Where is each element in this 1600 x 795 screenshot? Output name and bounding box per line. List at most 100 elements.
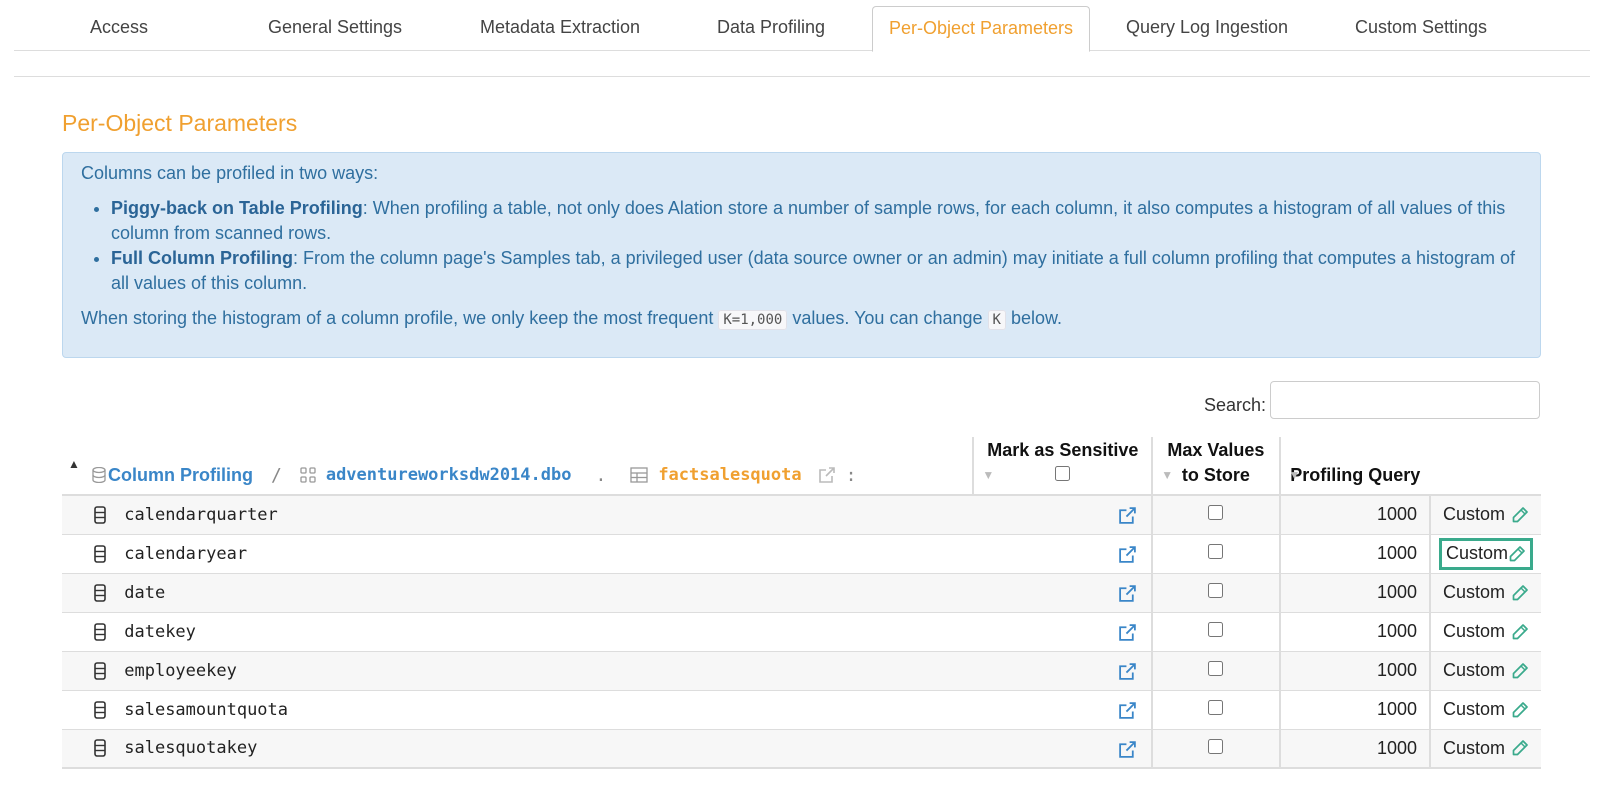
max-values-cell[interactable]: 1000 xyxy=(1278,690,1430,729)
profiling-query-value: Custom xyxy=(1442,582,1505,602)
info-item-full-column: Full Column Profiling: From the column p… xyxy=(111,246,1522,296)
external-link-icon[interactable] xyxy=(1118,584,1137,603)
pencil-icon[interactable] xyxy=(1511,506,1529,524)
max-values-cell[interactable]: 1000 xyxy=(1278,534,1430,573)
profiling-query-cell[interactable]: Custom xyxy=(1439,732,1533,764)
mark-sensitive-checkbox[interactable] xyxy=(1208,622,1224,637)
table-row: calendarquarter 1000 Custom xyxy=(62,495,1541,534)
mark-sensitive-checkbox[interactable] xyxy=(1208,505,1224,521)
column-icon xyxy=(94,505,106,524)
sort-asc-icon[interactable]: ▲ xyxy=(68,457,80,471)
column-profiling-header[interactable]: ▲ Column Profiling / adventureworksdw201… xyxy=(62,437,973,495)
max-values-cell[interactable]: 1000 xyxy=(1278,495,1430,534)
select-all-sensitive-checkbox[interactable] xyxy=(1055,466,1071,481)
tab-general-settings[interactable]: General Settings xyxy=(250,6,420,51)
database-icon xyxy=(92,467,106,483)
column-icon xyxy=(94,739,106,758)
column-icon xyxy=(94,622,106,641)
table-icon xyxy=(630,467,648,483)
header-profiling-query[interactable]: ▼ Profiling Query xyxy=(1278,437,1430,495)
profiling-query-cell[interactable]: Custom xyxy=(1439,577,1533,609)
pencil-icon[interactable] xyxy=(1511,584,1529,602)
external-link-icon[interactable] xyxy=(1118,506,1137,525)
profiling-query-cell[interactable]: Custom xyxy=(1439,655,1533,687)
column-name[interactable]: calendarquarter xyxy=(124,505,278,525)
max-values-cell[interactable]: 1000 xyxy=(1278,729,1430,768)
pencil-icon[interactable] xyxy=(1511,623,1529,641)
info-item-piggyback: Piggy-back on Table Profiling: When prof… xyxy=(111,196,1522,246)
profiling-query-cell[interactable]: Custom xyxy=(1439,694,1533,726)
tab-access[interactable]: Access xyxy=(54,6,184,51)
table-row: date 1000 Custom xyxy=(62,573,1541,612)
max-values-cell[interactable]: 1000 xyxy=(1278,573,1430,612)
tab-custom-settings[interactable]: Custom Settings xyxy=(1336,6,1506,51)
profiling-query-value: Custom xyxy=(1442,737,1505,758)
info-box: Columns can be profiled in two ways: Pig… xyxy=(62,152,1541,358)
search-input[interactable] xyxy=(1270,381,1540,419)
pencil-icon[interactable] xyxy=(1511,701,1529,719)
sort-icon[interactable]: ▼ xyxy=(982,463,994,488)
header-max-values[interactable]: ▼ Max Values to Store xyxy=(1151,437,1280,495)
column-name[interactable]: salesquotakey xyxy=(124,738,257,758)
table-row: salesquotakey 1000 Custom xyxy=(62,729,1541,768)
profiling-query-cell[interactable]: Custom xyxy=(1439,616,1533,648)
breadcrumb: Column Profiling / adventureworksdw2014.… xyxy=(92,465,856,486)
settings-tabs: Access General Settings Metadata Extract… xyxy=(14,6,1590,52)
external-link-icon[interactable] xyxy=(1118,740,1137,759)
table-row: employeekey 1000 Custom xyxy=(62,651,1541,690)
column-icon xyxy=(94,583,106,602)
info-intro: Columns can be profiled in two ways: xyxy=(81,163,379,183)
column-icon xyxy=(94,544,106,563)
tab-data-profiling[interactable]: Data Profiling xyxy=(696,6,846,51)
breadcrumb-root[interactable]: Column Profiling xyxy=(108,465,253,486)
max-values-cell[interactable]: 1000 xyxy=(1278,612,1430,651)
profiling-query-value: Custom xyxy=(1442,504,1505,525)
table-row: calendaryear 1000 Custom xyxy=(62,534,1541,573)
column-profiling-table: ▲ Column Profiling / adventureworksdw201… xyxy=(62,437,1541,769)
column-icon xyxy=(94,700,106,719)
mark-sensitive-checkbox[interactable] xyxy=(1208,738,1224,754)
profiling-query-value: Custom xyxy=(1442,621,1505,641)
profiling-query-value: Custom xyxy=(1445,543,1508,563)
profiling-query-value: Custom xyxy=(1442,660,1505,680)
column-name[interactable]: date xyxy=(124,583,165,603)
search-label: Search: xyxy=(1204,395,1267,415)
column-name[interactable]: salesamountquota xyxy=(124,700,288,720)
header-mark-sensitive[interactable]: ▼ Mark as Sensitive xyxy=(972,437,1153,495)
tab-per-object-parameters[interactable]: Per-Object Parameters xyxy=(872,6,1090,52)
column-icon xyxy=(94,661,106,680)
max-values-cell[interactable]: 1000 xyxy=(1278,651,1430,690)
profiling-query-value: Custom xyxy=(1442,699,1505,719)
divider xyxy=(14,76,1590,77)
tab-metadata-extraction[interactable]: Metadata Extraction xyxy=(460,6,660,51)
tab-query-log-ingestion[interactable]: Query Log Ingestion xyxy=(1112,6,1302,51)
section-title: Per-Object Parameters xyxy=(62,110,298,136)
mark-sensitive-checkbox[interactable] xyxy=(1208,700,1224,715)
column-name[interactable]: datekey xyxy=(124,622,196,642)
schema-icon xyxy=(300,467,316,483)
sort-icon[interactable]: ▼ xyxy=(1161,463,1173,488)
pencil-icon[interactable] xyxy=(1511,662,1529,680)
mark-sensitive-checkbox[interactable] xyxy=(1208,661,1224,676)
external-link-icon[interactable] xyxy=(1118,701,1137,720)
profiling-query-cell[interactable]: Custom xyxy=(1438,537,1533,570)
external-link-icon[interactable] xyxy=(818,466,836,484)
external-link-icon[interactable] xyxy=(1118,623,1137,642)
mark-sensitive-checkbox[interactable] xyxy=(1208,544,1224,559)
info-footer: When storing the histogram of a column p… xyxy=(81,308,1063,330)
profiling-query-cell[interactable]: Custom xyxy=(1439,499,1533,531)
k-default-code: K=1,000 xyxy=(718,310,788,330)
info-list: Piggy-back on Table Profiling: When prof… xyxy=(111,196,1522,296)
breadcrumb-table[interactable]: factsalesquota xyxy=(658,465,801,485)
sort-icon[interactable]: ▼ xyxy=(1289,463,1301,488)
pencil-icon[interactable] xyxy=(1511,739,1529,757)
external-link-icon[interactable] xyxy=(1118,662,1137,681)
table-row: datekey 1000 Custom xyxy=(62,612,1541,651)
breadcrumb-schema[interactable]: adventureworksdw2014.dbo xyxy=(326,465,572,485)
external-link-icon[interactable] xyxy=(1118,545,1137,564)
k-code: K xyxy=(987,310,1006,330)
pencil-icon[interactable] xyxy=(1508,545,1526,563)
column-name[interactable]: calendaryear xyxy=(124,544,247,564)
column-name[interactable]: employeekey xyxy=(124,661,237,681)
mark-sensitive-checkbox[interactable] xyxy=(1208,583,1224,598)
